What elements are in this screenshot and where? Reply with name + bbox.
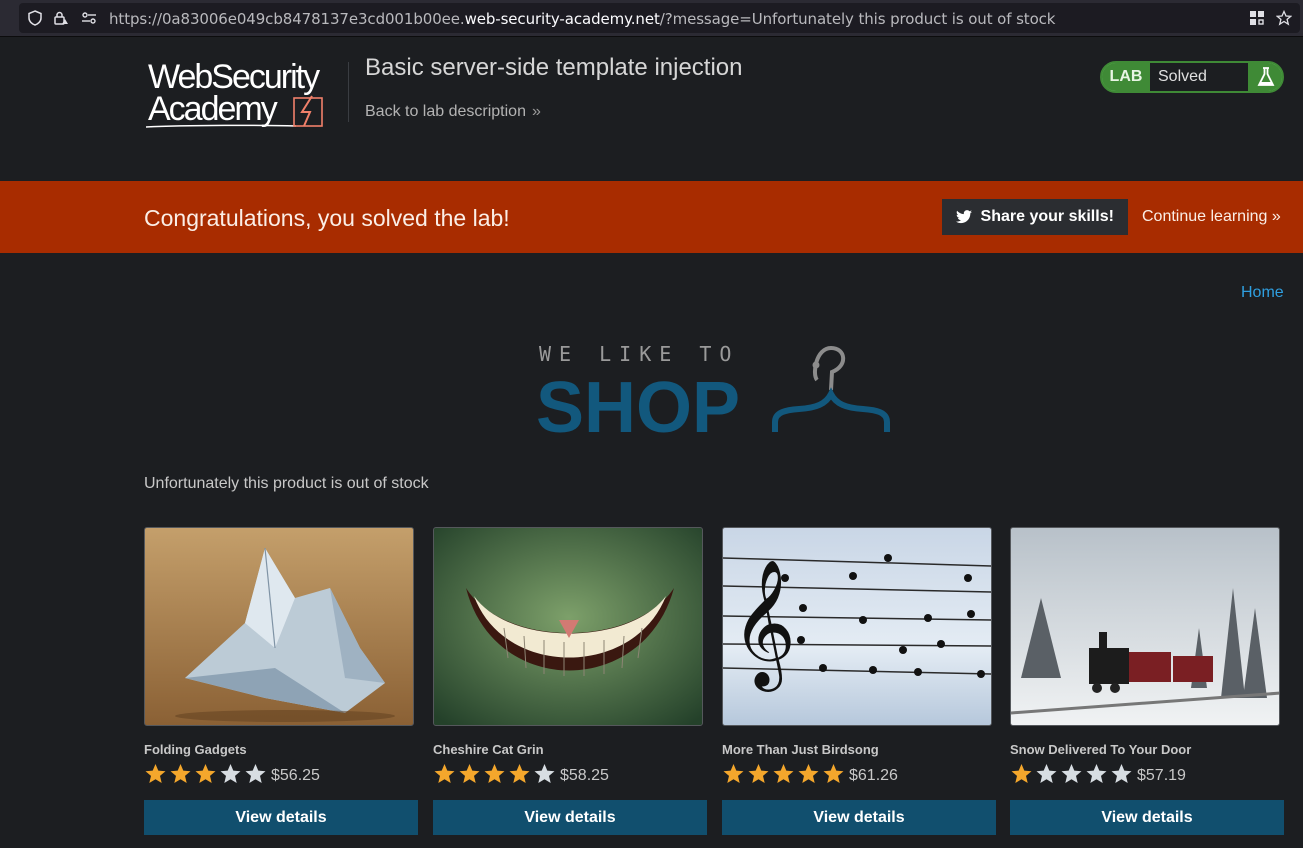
star-rating [433, 763, 558, 785]
star-filled-icon [723, 764, 744, 783]
product-rating: $58.25 [433, 762, 707, 786]
url-text: https://0a83006e049cb8478137e3cd001b00ee… [109, 10, 1056, 28]
back-to-lab-description-link[interactable]: Back to lab description» [365, 103, 541, 121]
product-card: Cheshire Cat Grin $58.25 View details [433, 527, 707, 835]
star-empty-icon [245, 764, 266, 783]
address-field[interactable]: https://0a83006e049cb8478137e3cd001b00ee… [19, 3, 1300, 33]
nav-home-link[interactable]: Home [1241, 284, 1284, 302]
product-image-more-than-just-birdsong[interactable]: 𝄞 [722, 527, 992, 726]
star-empty-icon [534, 764, 555, 783]
product-price: $57.19 [1137, 767, 1186, 784]
hanger-icon [772, 345, 890, 432]
product-rating: $57.19 [1010, 762, 1284, 786]
continue-learning-link[interactable]: Continue learning » [1142, 208, 1281, 226]
view-details-button[interactable]: View details [144, 800, 418, 835]
star-filled-icon [145, 764, 166, 783]
product-rating: $61.26 [722, 762, 996, 786]
star-empty-icon [220, 764, 241, 783]
star-filled-icon [195, 764, 216, 783]
product-price: $56.25 [271, 767, 320, 784]
product-card: Snow Delivered To Your Door $57.19 View … [1010, 527, 1284, 835]
star-filled-icon [459, 764, 480, 783]
web-security-academy-logo[interactable]: WebSecurity Academy [146, 58, 346, 130]
star-filled-icon [1011, 764, 1032, 783]
solved-banner: Congratulations, you solved the lab! Sha… [0, 181, 1303, 253]
star-filled-icon [748, 764, 769, 783]
logo-divider [348, 62, 349, 122]
shield-icon[interactable] [27, 10, 43, 26]
double-chevron-right-icon: » [531, 103, 541, 120]
extensions-grid-icon[interactable] [1249, 10, 1265, 26]
product-rating: $56.25 [144, 762, 418, 786]
star-empty-icon [1061, 764, 1082, 783]
double-chevron-right-icon: » [1271, 208, 1281, 225]
svg-text:WE LIKE TO: WE LIKE TO [539, 344, 739, 366]
product-name: Folding Gadgets [144, 742, 247, 757]
product-image-folding-gadgets[interactable] [144, 527, 414, 726]
permissions-icon[interactable] [81, 10, 97, 26]
star-filled-icon [434, 764, 455, 783]
congratulations-message: Congratulations, you solved the lab! [144, 205, 510, 231]
twitter-icon [956, 209, 973, 223]
star-filled-icon [823, 764, 844, 783]
star-empty-icon [1111, 764, 1132, 783]
star-filled-icon [170, 764, 191, 783]
svg-text:SHOP: SHOP [536, 368, 740, 440]
product-price: $61.26 [849, 767, 898, 784]
lab-title: Basic server-side template injection [365, 54, 743, 81]
product-name: More Than Just Birdsong [722, 742, 879, 757]
lab-status-badge: LAB Solved [1100, 61, 1284, 93]
out-of-stock-message: Unfortunately this product is out of sto… [144, 475, 429, 492]
svg-text:Academy: Academy [148, 90, 278, 128]
star-rating [1010, 763, 1135, 785]
share-skills-button[interactable]: Share your skills! [942, 199, 1128, 235]
star-empty-icon [1036, 764, 1057, 783]
browser-url-bar: https://0a83006e049cb8478137e3cd001b00ee… [0, 0, 1303, 37]
product-card: 𝄞 More Than Just Birdsong $61.26 View de… [722, 527, 996, 835]
product-name: Cheshire Cat Grin [433, 742, 544, 757]
view-details-button[interactable]: View details [1010, 800, 1284, 835]
view-details-button[interactable]: View details [433, 800, 707, 835]
star-filled-icon [484, 764, 505, 783]
star-filled-icon [773, 764, 794, 783]
product-image-cheshire-cat-grin[interactable] [433, 527, 703, 726]
star-rating [144, 763, 269, 785]
product-name: Snow Delivered To Your Door [1010, 742, 1192, 757]
flask-icon [1248, 63, 1282, 91]
product-price: $58.25 [560, 767, 609, 784]
star-filled-icon [798, 764, 819, 783]
lock-warning-icon[interactable] [53, 10, 69, 26]
product-image-snow-delivered-to-your-door[interactable] [1010, 527, 1280, 726]
lab-status-text: Solved [1150, 63, 1248, 91]
star-empty-icon [1086, 764, 1107, 783]
we-like-to-shop-logo: WE LIKE TO SHOP [536, 344, 890, 440]
lab-label: LAB [1102, 63, 1150, 91]
product-card: Folding Gadgets $56.25 View details [144, 527, 418, 835]
bookmark-star-icon[interactable] [1276, 10, 1292, 26]
star-filled-icon [509, 764, 530, 783]
star-rating [722, 763, 847, 785]
view-details-button[interactable]: View details [722, 800, 996, 835]
